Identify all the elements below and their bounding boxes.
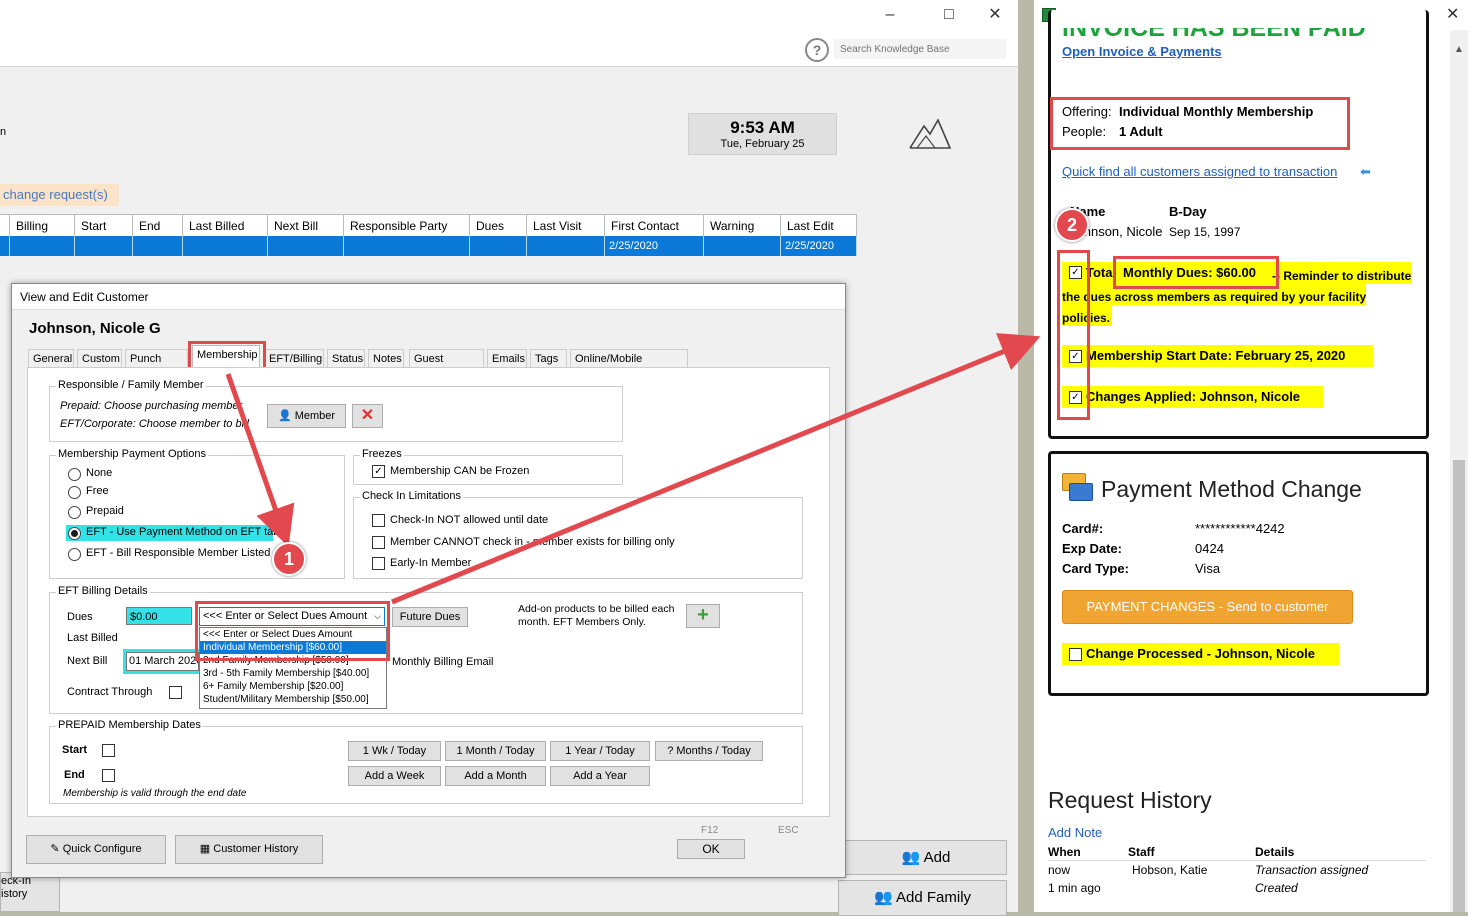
arrow-tab-to-dropdown	[225, 373, 295, 547]
step-badge-1: 1	[272, 542, 306, 576]
arrow-dropdown-to-popup	[391, 333, 1041, 605]
step-badge-2: 2	[1055, 208, 1089, 242]
annotation-arrows	[225, 333, 1041, 605]
